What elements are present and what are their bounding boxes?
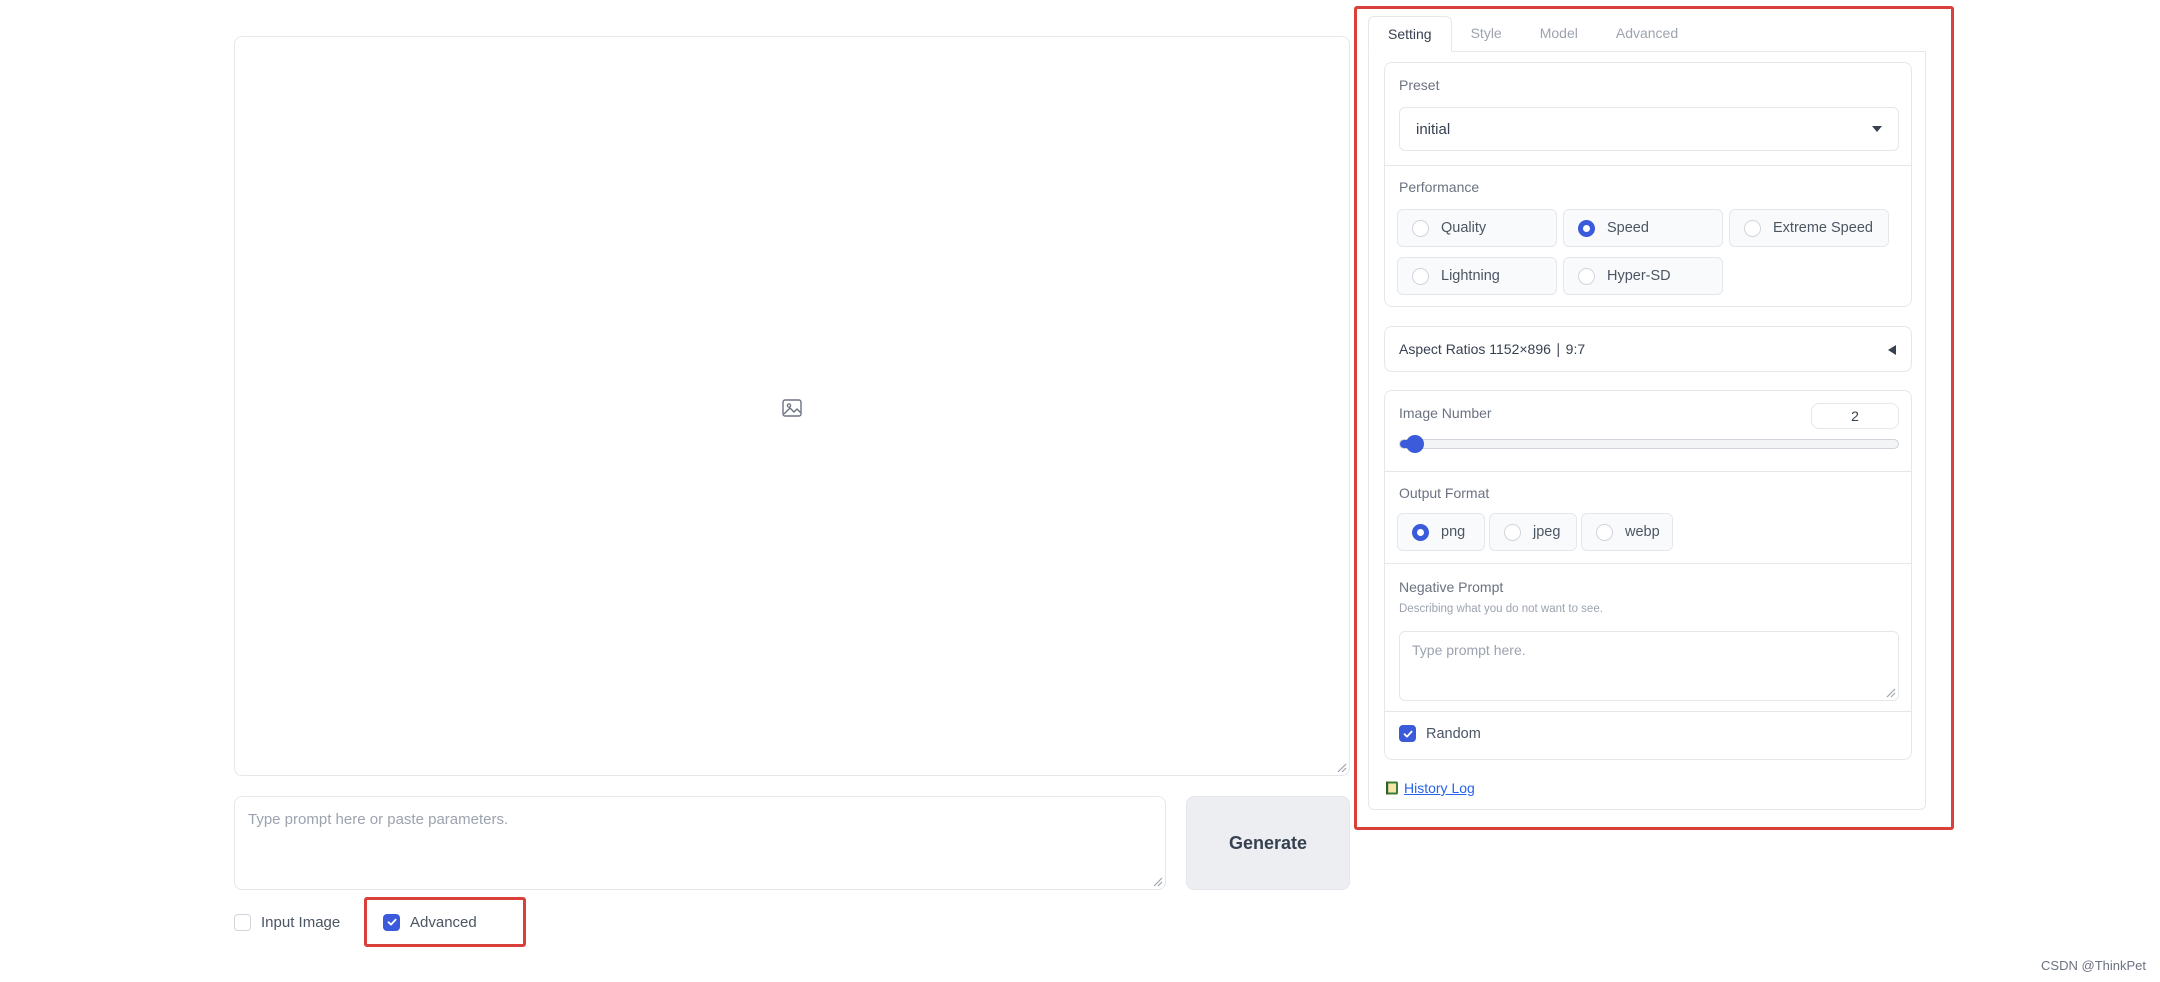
image-placeholder-icon bbox=[782, 399, 802, 417]
prompt-input[interactable] bbox=[235, 797, 1165, 889]
image-gallery bbox=[234, 36, 1350, 776]
input-image-checkbox[interactable]: Input Image bbox=[234, 910, 340, 934]
prompt-input-container bbox=[234, 796, 1166, 890]
watermark: CSDN @ThinkPet bbox=[2041, 958, 2146, 973]
resize-grip-icon[interactable] bbox=[1335, 761, 1347, 773]
checkbox-box[interactable] bbox=[234, 913, 251, 931]
generate-button[interactable]: Generate bbox=[1186, 796, 1350, 890]
highlight-box-advanced bbox=[364, 897, 526, 947]
highlight-box-settings bbox=[1354, 6, 1954, 830]
input-image-label: Input Image bbox=[261, 913, 341, 931]
